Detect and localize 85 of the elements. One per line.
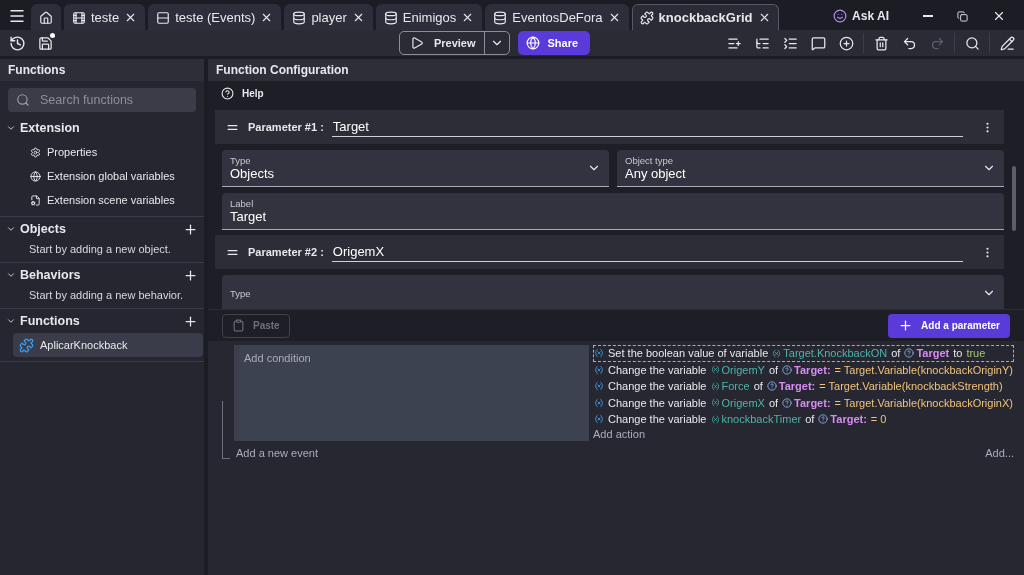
add-more-link[interactable]: Add... [985,447,1014,459]
editor-tab[interactable]: Enimigos [375,4,483,30]
minimize-icon [923,15,933,17]
puzzle-icon [639,10,654,25]
panel-title: Function Configuration [208,59,1024,81]
restore-icon [957,10,968,22]
editor-tab[interactable]: teste (Events) [148,4,282,30]
action-row[interactable]: Set the boolean value of variable Target.KnockbackON of Target to true [593,345,1014,362]
add-action-link[interactable]: Add action [593,427,1014,440]
action-row[interactable]: Change the variable Force of Target: = Target.Variable(knockbackStrength) [593,378,1014,395]
event-bracket [222,401,230,459]
action-row[interactable]: Change the variable OrigemX of Target: = Target.Variable(knockbackOriginX) [593,394,1014,411]
object-icon [818,414,829,425]
database-icon [292,10,307,25]
empty-hint: Start by adding a new object. [28,242,172,257]
object-icon [904,348,915,359]
clipboard-icon [232,319,245,332]
gear-icon [30,146,41,158]
add-parameter-button[interactable]: Add a parameter [888,313,1010,338]
section-title[interactable]: Functions [20,314,179,328]
scrollbar-thumb[interactable] [1012,166,1016,231]
parameter-label: Parameter #1 : [248,121,324,133]
condition-area[interactable]: Add condition [239,345,590,441]
action-icon [594,414,605,425]
search-icon [16,93,30,107]
variable-icon [710,398,720,408]
film-icon [72,10,86,25]
add-event-link[interactable]: Add a new event [236,447,318,459]
editor-tab[interactable]: teste [64,4,146,30]
database-icon [383,10,398,25]
close-icon [992,9,1006,23]
search-input[interactable]: Search functions [38,92,178,108]
add-icon [183,267,198,283]
database-icon [493,10,508,25]
object-icon [766,381,777,392]
select-field[interactable]: Type Objects [222,150,609,187]
rows-icon [156,10,171,25]
editor-tab[interactable] [31,4,61,30]
input-field[interactable]: Label Target [222,193,1004,230]
section-title[interactable]: Objects [20,222,179,236]
variable-icon [772,348,782,358]
select-field[interactable]: Object type Any object [617,150,1004,187]
action-row[interactable]: Change the variable OrigemY of Target: = Target.Variable(knockbackOriginY) [593,361,1014,378]
variable-icon [710,381,720,391]
function-icon [19,337,34,353]
globe-icon [30,170,41,182]
select-field[interactable]: Type [222,275,1004,309]
add-icon [183,313,198,329]
ask-ai-button[interactable]: Ask AI [833,9,889,23]
action-icon [594,397,605,408]
plus-icon [898,318,914,333]
action-icon [594,348,605,359]
globe-icon [525,36,540,50]
add-icon [183,221,198,237]
action-row[interactable]: Change the variable knockbackTimer of Target: = 0 [593,411,1014,428]
sidebar-item[interactable]: Extension scene variables [13,188,203,212]
smile-icon [833,9,848,23]
variable-icon [710,414,720,424]
section-title[interactable]: Behaviors [20,268,179,282]
parameter-label: Parameter #2 : [248,246,324,258]
editor-tab[interactable]: knockbackGrid [631,4,779,30]
file-icon [30,194,41,206]
parameter-name-field[interactable]: OrigemX [331,242,963,262]
add-condition-placeholder[interactable]: Add condition [244,352,311,364]
help-icon [221,86,234,100]
action-icon [594,381,605,392]
share-button[interactable]: Share [517,31,591,55]
search-field[interactable]: Search functions [8,88,196,112]
editor-tab[interactable]: player [284,4,373,30]
empty-hint: Start by adding a new behavior. [28,288,185,303]
sidebar-item[interactable]: AplicarKnockback [13,333,203,357]
variable-icon [710,365,720,375]
parameter-name-field[interactable]: Target [331,117,963,137]
home-icon [39,10,53,25]
section-title[interactable]: Extension [20,121,198,135]
object-icon [782,397,793,408]
sidebar-item[interactable]: Properties [13,140,203,164]
action-icon [594,364,605,375]
help-link[interactable]: Help [242,87,264,99]
sidebar-item[interactable]: Extension global variables [13,164,203,188]
preview-button[interactable]: Preview [398,31,510,55]
editor-tab[interactable]: EventosDeFora [485,4,629,30]
panel-title: Functions [0,59,204,81]
object-icon [782,364,793,375]
play-icon [409,36,424,50]
